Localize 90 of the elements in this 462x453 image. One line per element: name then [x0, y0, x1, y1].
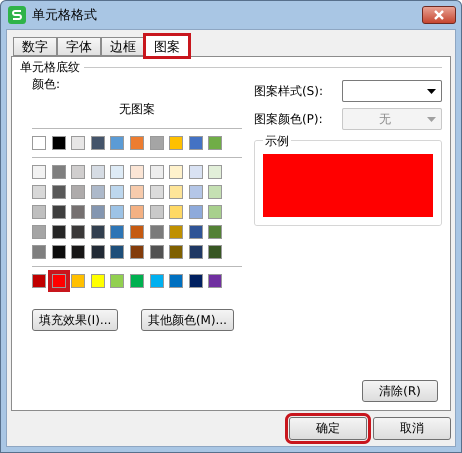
color-swatch[interactable] — [130, 165, 144, 179]
color-swatch[interactable] — [32, 165, 46, 179]
color-swatch[interactable] — [188, 274, 203, 288]
group-title: 示例 — [263, 133, 291, 150]
color-swatch[interactable] — [71, 205, 86, 219]
field-label: 图案颜色(P): — [254, 110, 323, 128]
color-swatch[interactable] — [169, 185, 184, 199]
color-swatch[interactable] — [71, 165, 86, 179]
color-swatch[interactable] — [169, 205, 184, 219]
color-swatch[interactable] — [169, 274, 184, 288]
color-swatch[interactable] — [52, 185, 66, 199]
color-swatch[interactable] — [208, 245, 222, 259]
no-pattern-option[interactable]: 无图案 — [119, 101, 155, 118]
color-swatch[interactable] — [32, 205, 46, 219]
dropdown[interactable] — [342, 80, 442, 102]
dialog-button[interactable]: 其他颜色(M)... — [140, 309, 234, 331]
app-logo-icon — [8, 6, 26, 24]
color-swatch[interactable] — [52, 136, 66, 150]
color-label: 颜色: — [32, 76, 62, 93]
color-swatch[interactable] — [150, 185, 164, 199]
color-swatch[interactable] — [130, 205, 144, 219]
color-swatch[interactable] — [110, 136, 124, 150]
dialog-button[interactable]: 填充效果(I)... — [32, 309, 118, 331]
color-swatch[interactable] — [52, 245, 66, 259]
close-button[interactable] — [422, 6, 456, 24]
tab[interactable]: 边框 — [101, 37, 145, 56]
color-swatch[interactable] — [188, 165, 203, 179]
color-swatch[interactable] — [32, 136, 46, 150]
color-swatch[interactable] — [150, 225, 164, 239]
color-swatch[interactable] — [208, 185, 222, 199]
color-swatch[interactable] — [32, 245, 46, 259]
color-swatch[interactable] — [169, 245, 184, 259]
color-swatch[interactable] — [52, 225, 66, 239]
close-icon — [434, 10, 444, 20]
color-swatch[interactable] — [150, 274, 164, 288]
color-swatch[interactable] — [71, 185, 86, 199]
dropdown-arrow-icon — [427, 116, 436, 122]
color-swatch[interactable] — [32, 274, 46, 288]
color-swatch[interactable] — [188, 205, 203, 219]
color-swatch[interactable] — [208, 274, 222, 288]
tab[interactable]: 图案 — [145, 35, 189, 57]
color-swatch[interactable] — [208, 136, 222, 150]
color-swatch[interactable] — [90, 225, 105, 239]
color-swatch[interactable] — [110, 225, 124, 239]
color-swatch[interactable] — [71, 225, 86, 239]
dialog-button[interactable]: 取消 — [373, 417, 451, 440]
color-swatch[interactable] — [150, 136, 164, 150]
color-swatch[interactable] — [52, 165, 66, 179]
color-swatch[interactable] — [188, 136, 203, 150]
tab[interactable]: 字体 — [57, 37, 101, 56]
color-swatch[interactable] — [90, 165, 105, 179]
color-swatch[interactable] — [71, 245, 86, 259]
group-title: 单元格底纹 — [20, 59, 80, 76]
color-swatch[interactable] — [208, 165, 222, 179]
color-swatch[interactable] — [130, 185, 144, 199]
color-swatch[interactable] — [90, 205, 105, 219]
color-swatch[interactable] — [130, 245, 144, 259]
color-swatch[interactable] — [110, 245, 124, 259]
color-swatch[interactable] — [32, 225, 46, 239]
color-swatch[interactable] — [150, 245, 164, 259]
color-swatch[interactable] — [90, 274, 105, 288]
color-swatch[interactable] — [71, 274, 86, 288]
color-swatch[interactable] — [90, 245, 105, 259]
dropdown-arrow-icon — [427, 88, 436, 94]
color-swatch[interactable] — [32, 185, 46, 199]
color-swatch[interactable] — [150, 205, 164, 219]
color-swatch[interactable] — [71, 136, 86, 150]
color-swatch[interactable] — [169, 225, 184, 239]
color-swatch[interactable] — [110, 205, 124, 219]
color-swatch[interactable] — [90, 136, 105, 150]
color-swatch[interactable] — [150, 165, 164, 179]
color-swatch[interactable] — [110, 274, 124, 288]
color-swatch[interactable] — [130, 274, 144, 288]
field-label: 图案样式(S): — [254, 82, 324, 100]
color-swatch[interactable] — [188, 245, 203, 259]
color-swatch[interactable] — [169, 165, 184, 179]
color-swatch[interactable] — [52, 205, 66, 219]
color-swatch[interactable] — [110, 185, 124, 199]
window-title: 单元格格式 — [32, 7, 97, 24]
tab[interactable]: 数字 — [13, 37, 57, 56]
color-swatch[interactable] — [90, 185, 105, 199]
clear-button[interactable]: 清除(R) — [362, 380, 438, 402]
color-swatch[interactable] — [130, 136, 144, 150]
color-swatch[interactable] — [130, 225, 144, 239]
color-swatch[interactable] — [188, 185, 203, 199]
color-swatch[interactable] — [188, 225, 203, 239]
color-swatch[interactable] — [208, 205, 222, 219]
color-swatch[interactable] — [110, 165, 124, 179]
color-swatch[interactable] — [169, 136, 184, 150]
color-swatch[interactable] — [208, 225, 222, 239]
